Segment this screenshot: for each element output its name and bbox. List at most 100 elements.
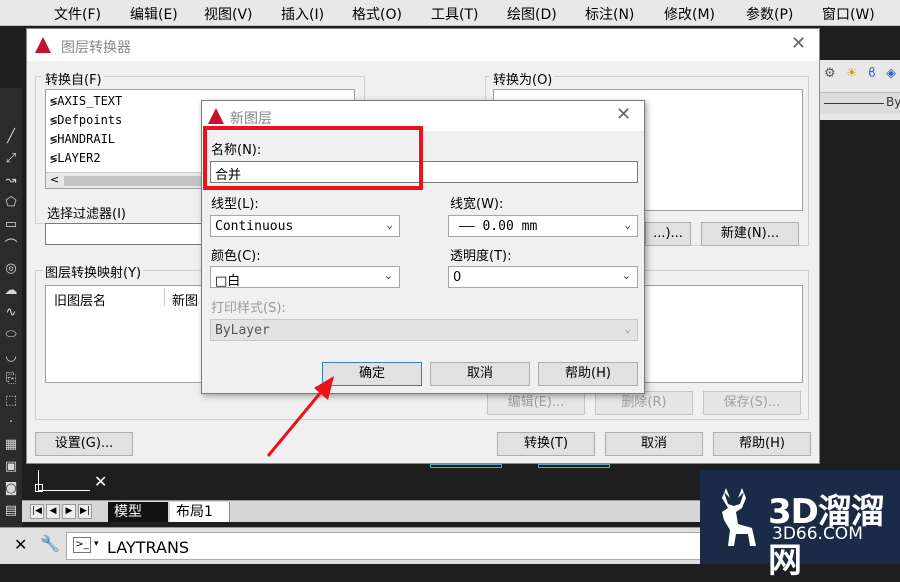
- ellipse-icon[interactable]: ⬭: [2, 326, 20, 344]
- close-icon[interactable]: ✕: [791, 33, 806, 54]
- insert-block-icon[interactable]: ⎘: [2, 370, 20, 388]
- load-button[interactable]: ...)...: [645, 222, 691, 246]
- autocad-logo-icon: [208, 108, 224, 124]
- lineweight-select[interactable]: —— 0.00 mm ⌄: [448, 215, 638, 237]
- drawing-object: [538, 464, 610, 468]
- layout-tabs: |◀ ◀ ▶ ▶| 模型 布局1: [22, 500, 702, 522]
- help-button[interactable]: 帮助(H): [538, 362, 638, 386]
- menu-parametric[interactable]: 参数(P): [746, 4, 793, 24]
- layer-mapping-label: 图层转换映射(Y): [43, 262, 144, 281]
- column-header-old[interactable]: 旧图层名: [54, 290, 106, 309]
- menu-tools[interactable]: 工具(T): [431, 4, 478, 24]
- list-item[interactable]: ≶Defpoints: [50, 113, 122, 127]
- autocad-logo-icon: [35, 37, 51, 53]
- first-tab-icon[interactable]: |◀: [30, 504, 44, 519]
- column-header-new[interactable]: 新图: [172, 290, 198, 309]
- polyline-icon[interactable]: ↝: [2, 172, 20, 190]
- polygon-icon[interactable]: ⬠: [2, 194, 20, 212]
- list-item[interactable]: ≶LAYER2: [50, 151, 101, 165]
- menu-insert[interactable]: 插入(I): [281, 4, 324, 24]
- menu-dimension[interactable]: 标注(N): [585, 4, 634, 24]
- prev-tab-icon[interactable]: ◀: [46, 504, 60, 519]
- save-button[interactable]: 保存(S)...: [703, 391, 801, 415]
- lineweight-line: [824, 103, 884, 104]
- chevron-down-icon: ⌄: [624, 322, 631, 335]
- chevron-down-icon[interactable]: ▾: [94, 539, 99, 549]
- gear-icon[interactable]: ⚙: [824, 66, 836, 81]
- wrench-icon[interactable]: 🔧: [40, 534, 60, 553]
- highlight-box: [203, 126, 423, 190]
- linetype-select[interactable]: Continuous ⌄: [210, 215, 400, 237]
- rectangle-icon[interactable]: ▭: [2, 216, 20, 234]
- properties-bar: By: [820, 92, 900, 114]
- dialog-title: 新图层: [230, 111, 272, 127]
- last-tab-icon[interactable]: ▶|: [78, 504, 92, 519]
- bylayer-text[interactable]: By: [886, 95, 900, 109]
- close-icon[interactable]: ✕: [616, 104, 631, 125]
- list-item[interactable]: ≶AXIS_TEXT: [50, 94, 122, 108]
- menu-draw[interactable]: 绘图(D): [507, 4, 557, 24]
- ellipse-arc-icon[interactable]: ◡: [2, 348, 20, 366]
- help-button[interactable]: 帮助(H): [713, 432, 811, 456]
- dialog-titlebar: 图层转换器 ✕: [27, 29, 819, 61]
- watermark-small-text: 3D66.COM: [772, 524, 863, 544]
- new-button[interactable]: 新建(N)...: [701, 222, 799, 246]
- chevron-down-icon: ⌄: [386, 218, 393, 231]
- arc-icon[interactable]: ⌒: [2, 238, 20, 256]
- scrollbar-thumb[interactable]: [64, 176, 214, 186]
- circle-icon[interactable]: ◎: [2, 260, 20, 278]
- close-icon[interactable]: ✕: [94, 472, 107, 491]
- color-label: 颜色(C):: [211, 249, 261, 264]
- column-divider: [164, 288, 165, 306]
- delete-button[interactable]: 删除(R): [595, 391, 693, 415]
- menu-format[interactable]: 格式(O): [352, 4, 402, 24]
- chevron-down-icon: ⌄: [383, 269, 393, 282]
- hatch-icon[interactable]: ▦: [2, 436, 20, 454]
- filter-label: 选择过滤器(I): [47, 207, 126, 222]
- chevron-down-icon: ⌄: [621, 269, 631, 282]
- close-icon[interactable]: ✕: [14, 535, 27, 554]
- linetype-label: 线型(L):: [211, 197, 259, 212]
- menu-edit[interactable]: 编辑(E): [130, 4, 178, 24]
- bulb-icon[interactable]: ϐ: [868, 66, 876, 81]
- table-icon[interactable]: ▤: [2, 502, 20, 520]
- scroll-left-icon[interactable]: <: [50, 173, 59, 186]
- revcloud-icon[interactable]: ☁: [2, 282, 20, 300]
- make-block-icon[interactable]: ⬚: [2, 392, 20, 410]
- ucs-x-axis: [38, 490, 90, 491]
- menu-modify[interactable]: 修改(M): [664, 4, 715, 24]
- point-icon[interactable]: ·: [2, 414, 20, 432]
- command-input[interactable]: >_ ▾ LAYTRANS: [66, 532, 706, 560]
- tab-layout1[interactable]: 布局1: [170, 502, 230, 522]
- command-text: LAYTRANS: [107, 538, 190, 557]
- sun-icon[interactable]: ☀: [846, 66, 858, 81]
- menu-file[interactable]: 文件(F): [54, 4, 101, 24]
- gradient-icon[interactable]: ▣: [2, 458, 20, 476]
- plotstyle-select[interactable]: ByLayer ⌄: [210, 319, 638, 341]
- watermark: 3D溜溜网 3D66.COM: [700, 470, 900, 581]
- cancel-button[interactable]: 取消: [605, 432, 703, 456]
- line-icon[interactable]: ╱: [2, 128, 20, 146]
- region-icon[interactable]: ◙: [2, 480, 20, 498]
- tab-model[interactable]: 模型: [108, 502, 168, 522]
- menu-view[interactable]: 视图(V): [204, 4, 253, 24]
- list-item[interactable]: ≶HANDRAIL: [50, 132, 115, 146]
- transparency-select[interactable]: 0 ⌄: [448, 266, 638, 288]
- cancel-button[interactable]: 取消: [430, 362, 530, 386]
- convert-from-label: 转换自(F): [43, 69, 104, 88]
- menu-bar: 文件(F) 编辑(E) 视图(V) 插入(I) 格式(O) 工具(T) 绘图(D…: [0, 0, 900, 26]
- construction-line-icon[interactable]: ⤢: [2, 150, 20, 168]
- convert-button[interactable]: 转换(T): [497, 432, 595, 456]
- spline-icon[interactable]: ∿: [2, 304, 20, 322]
- ucs-origin-icon: [35, 484, 43, 492]
- menu-window[interactable]: 窗口(W): [822, 4, 875, 24]
- deer-logo-icon: [722, 488, 756, 546]
- next-tab-icon[interactable]: ▶: [62, 504, 76, 519]
- settings-button[interactable]: 设置(G)...: [35, 432, 133, 456]
- layer-icon[interactable]: ◈: [886, 66, 896, 81]
- filter-input[interactable]: [45, 223, 205, 245]
- edit-button[interactable]: 编辑(E)...: [487, 391, 585, 415]
- command-prompt-icon: >_: [73, 537, 91, 553]
- color-select[interactable]: □白 ⌄: [210, 266, 400, 289]
- convert-to-label: 转换为(O): [491, 69, 555, 88]
